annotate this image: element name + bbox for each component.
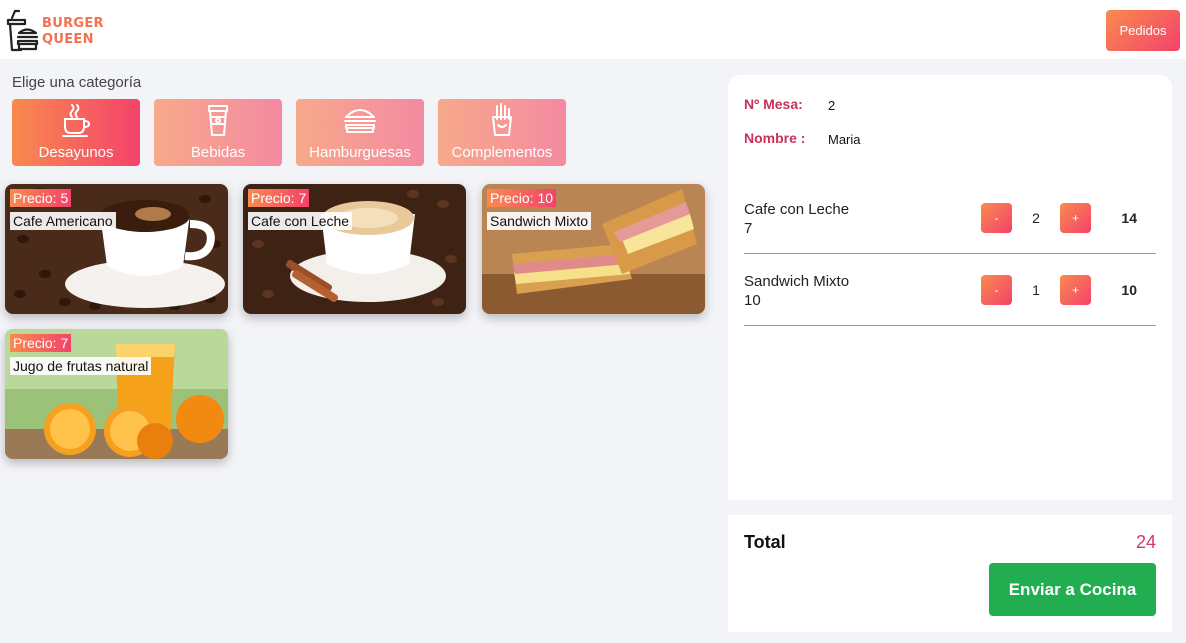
brand-logo[interactable]: BURGER QUEEN: [5, 9, 115, 53]
item-subtotal: 14: [1121, 210, 1137, 226]
product-name: Sandwich Mixto: [487, 212, 592, 230]
brand-line-1: BURGER: [42, 16, 104, 31]
product-card-jugo-de-frutas[interactable]: Precio: 7 Jugo de frutas natural: [5, 329, 228, 459]
product-card-cafe-americano[interactable]: Precio: 5 Cafe Americano: [5, 184, 228, 314]
item-name: Cafe con Leche: [744, 201, 850, 218]
order-item-row: Cafe con Leche 7 - 2 + 14: [744, 182, 1156, 254]
decrease-qty-button[interactable]: -: [981, 275, 1012, 305]
total-value: 24: [1135, 532, 1156, 552]
brand-line-2: QUEEN: [42, 32, 94, 47]
nombre-value[interactable]: Maria: [828, 132, 861, 147]
mesa-label: Nº Mesa:: [744, 96, 803, 112]
product-price: Precio: 5: [10, 189, 72, 207]
item-subtotal: 10: [1121, 282, 1137, 298]
category-label: Desayunos: [38, 144, 114, 161]
product-name: Jugo de frutas natural: [10, 357, 152, 375]
product-price: Precio: 7: [10, 334, 72, 352]
category-title: Elige una categoría: [12, 74, 142, 91]
item-qty: 1: [1032, 282, 1040, 298]
product-price: Precio: 7: [248, 189, 310, 207]
category-bebidas[interactable]: Bebidas: [154, 99, 282, 166]
product-card-sandwich-mixto[interactable]: Precio: 10 Sandwich Mixto: [482, 184, 705, 314]
mesa-value[interactable]: 2: [828, 98, 835, 113]
category-label: Hamburguesas: [309, 144, 411, 161]
brand-name: BURGER QUEEN: [42, 16, 104, 48]
product-card-cafe-con-leche[interactable]: Precio: 7 Cafe con Leche: [243, 184, 466, 314]
product-price: Precio: 10: [487, 189, 557, 207]
category-complementos[interactable]: Complementos: [438, 99, 566, 166]
burger-icon: [344, 109, 376, 133]
item-price: 10: [744, 292, 761, 309]
decrease-qty-button[interactable]: -: [981, 203, 1012, 233]
order-header: Nº Mesa: 2 Nombre : Maria: [728, 75, 1172, 175]
order-items: Cafe con Leche 7 - 2 + 14 Sandwich Mixto…: [728, 175, 1172, 500]
drink-burger-icon: [6, 9, 39, 52]
drink-cup-icon: [208, 105, 228, 136]
item-qty: 2: [1032, 210, 1040, 226]
coffee-cup-icon: [62, 104, 91, 137]
top-bar: BURGER QUEEN Pedidos: [0, 0, 1186, 59]
category-desayunos[interactable]: Desayunos: [12, 99, 140, 166]
product-name: Cafe Americano: [10, 212, 116, 230]
fries-icon: [492, 103, 512, 136]
category-hamburguesas[interactable]: Hamburguesas: [296, 99, 424, 166]
pedidos-button[interactable]: Pedidos: [1106, 10, 1180, 51]
item-name: Sandwich Mixto: [744, 273, 850, 290]
item-price: 7: [744, 220, 753, 237]
nombre-label: Nombre :: [744, 130, 806, 146]
category-label: Complementos: [451, 144, 553, 161]
product-name: Cafe con Leche: [248, 212, 353, 230]
order-item-row: Sandwich Mixto 10 - 1 + 10: [744, 254, 1156, 326]
category-label: Bebidas: [190, 144, 246, 161]
total-label: Total: [744, 532, 786, 552]
send-to-kitchen-button[interactable]: Enviar a Cocina: [989, 563, 1156, 616]
order-total-panel: Total 24 Enviar a Cocina: [728, 515, 1172, 632]
